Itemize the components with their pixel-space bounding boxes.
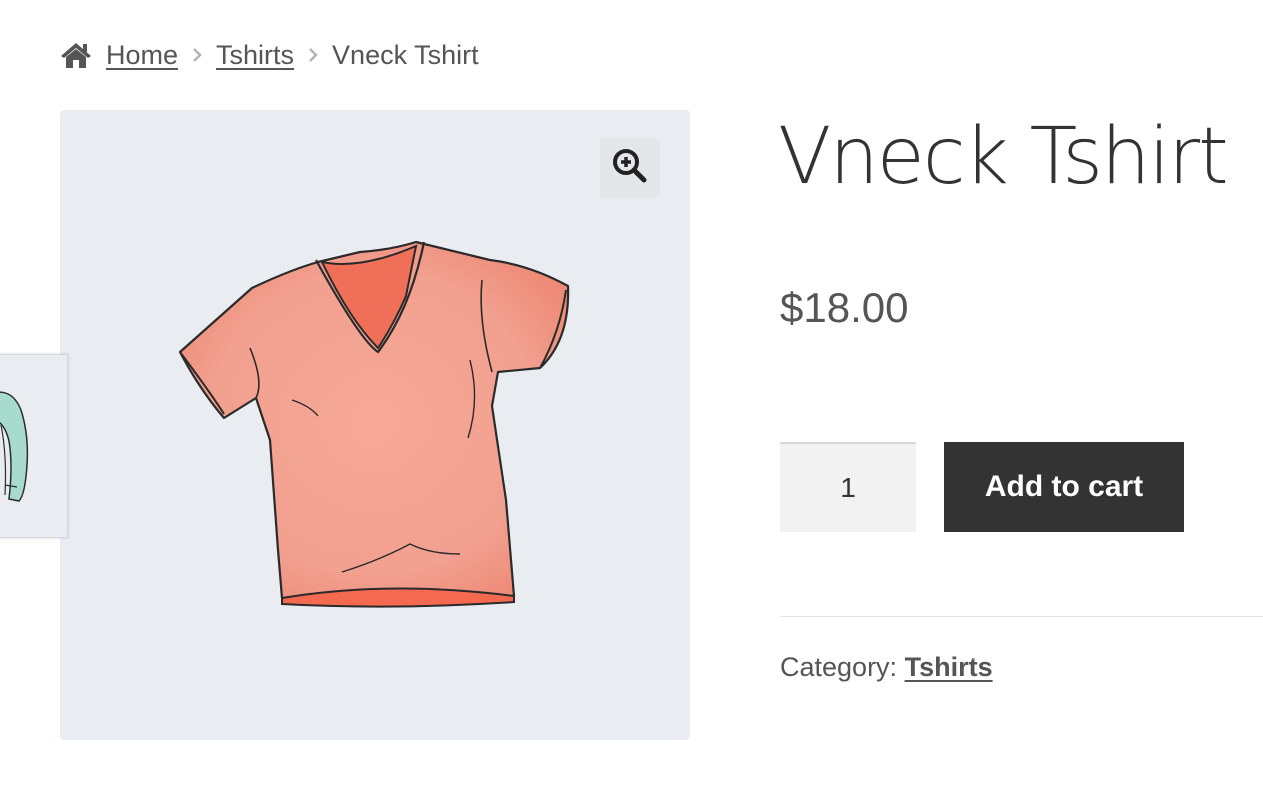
category-label: Category: [780,652,898,682]
chevron-right-icon [192,47,202,63]
breadcrumb: Home Tshirts Vneck Tshirt [60,36,479,74]
breadcrumb-category-link[interactable]: Tshirts [216,40,294,71]
product-meta: Category: Tshirts [780,652,993,683]
home-icon [60,41,92,69]
divider [780,616,1263,617]
category-link[interactable]: Tshirts [905,652,993,682]
product-image[interactable] [60,110,690,740]
quantity-input[interactable] [780,442,916,532]
product-gallery [60,110,690,740]
breadcrumb-home-link[interactable]: Home [106,40,178,71]
chevron-right-icon [308,47,318,63]
product-title: Vneck Tshirt [778,112,1229,202]
gallery-side-thumbnail[interactable] [0,354,68,538]
product-price: $18.00 [780,284,909,331]
add-to-cart-button[interactable]: Add to cart [944,442,1184,532]
breadcrumb-current: Vneck Tshirt [332,39,479,70]
